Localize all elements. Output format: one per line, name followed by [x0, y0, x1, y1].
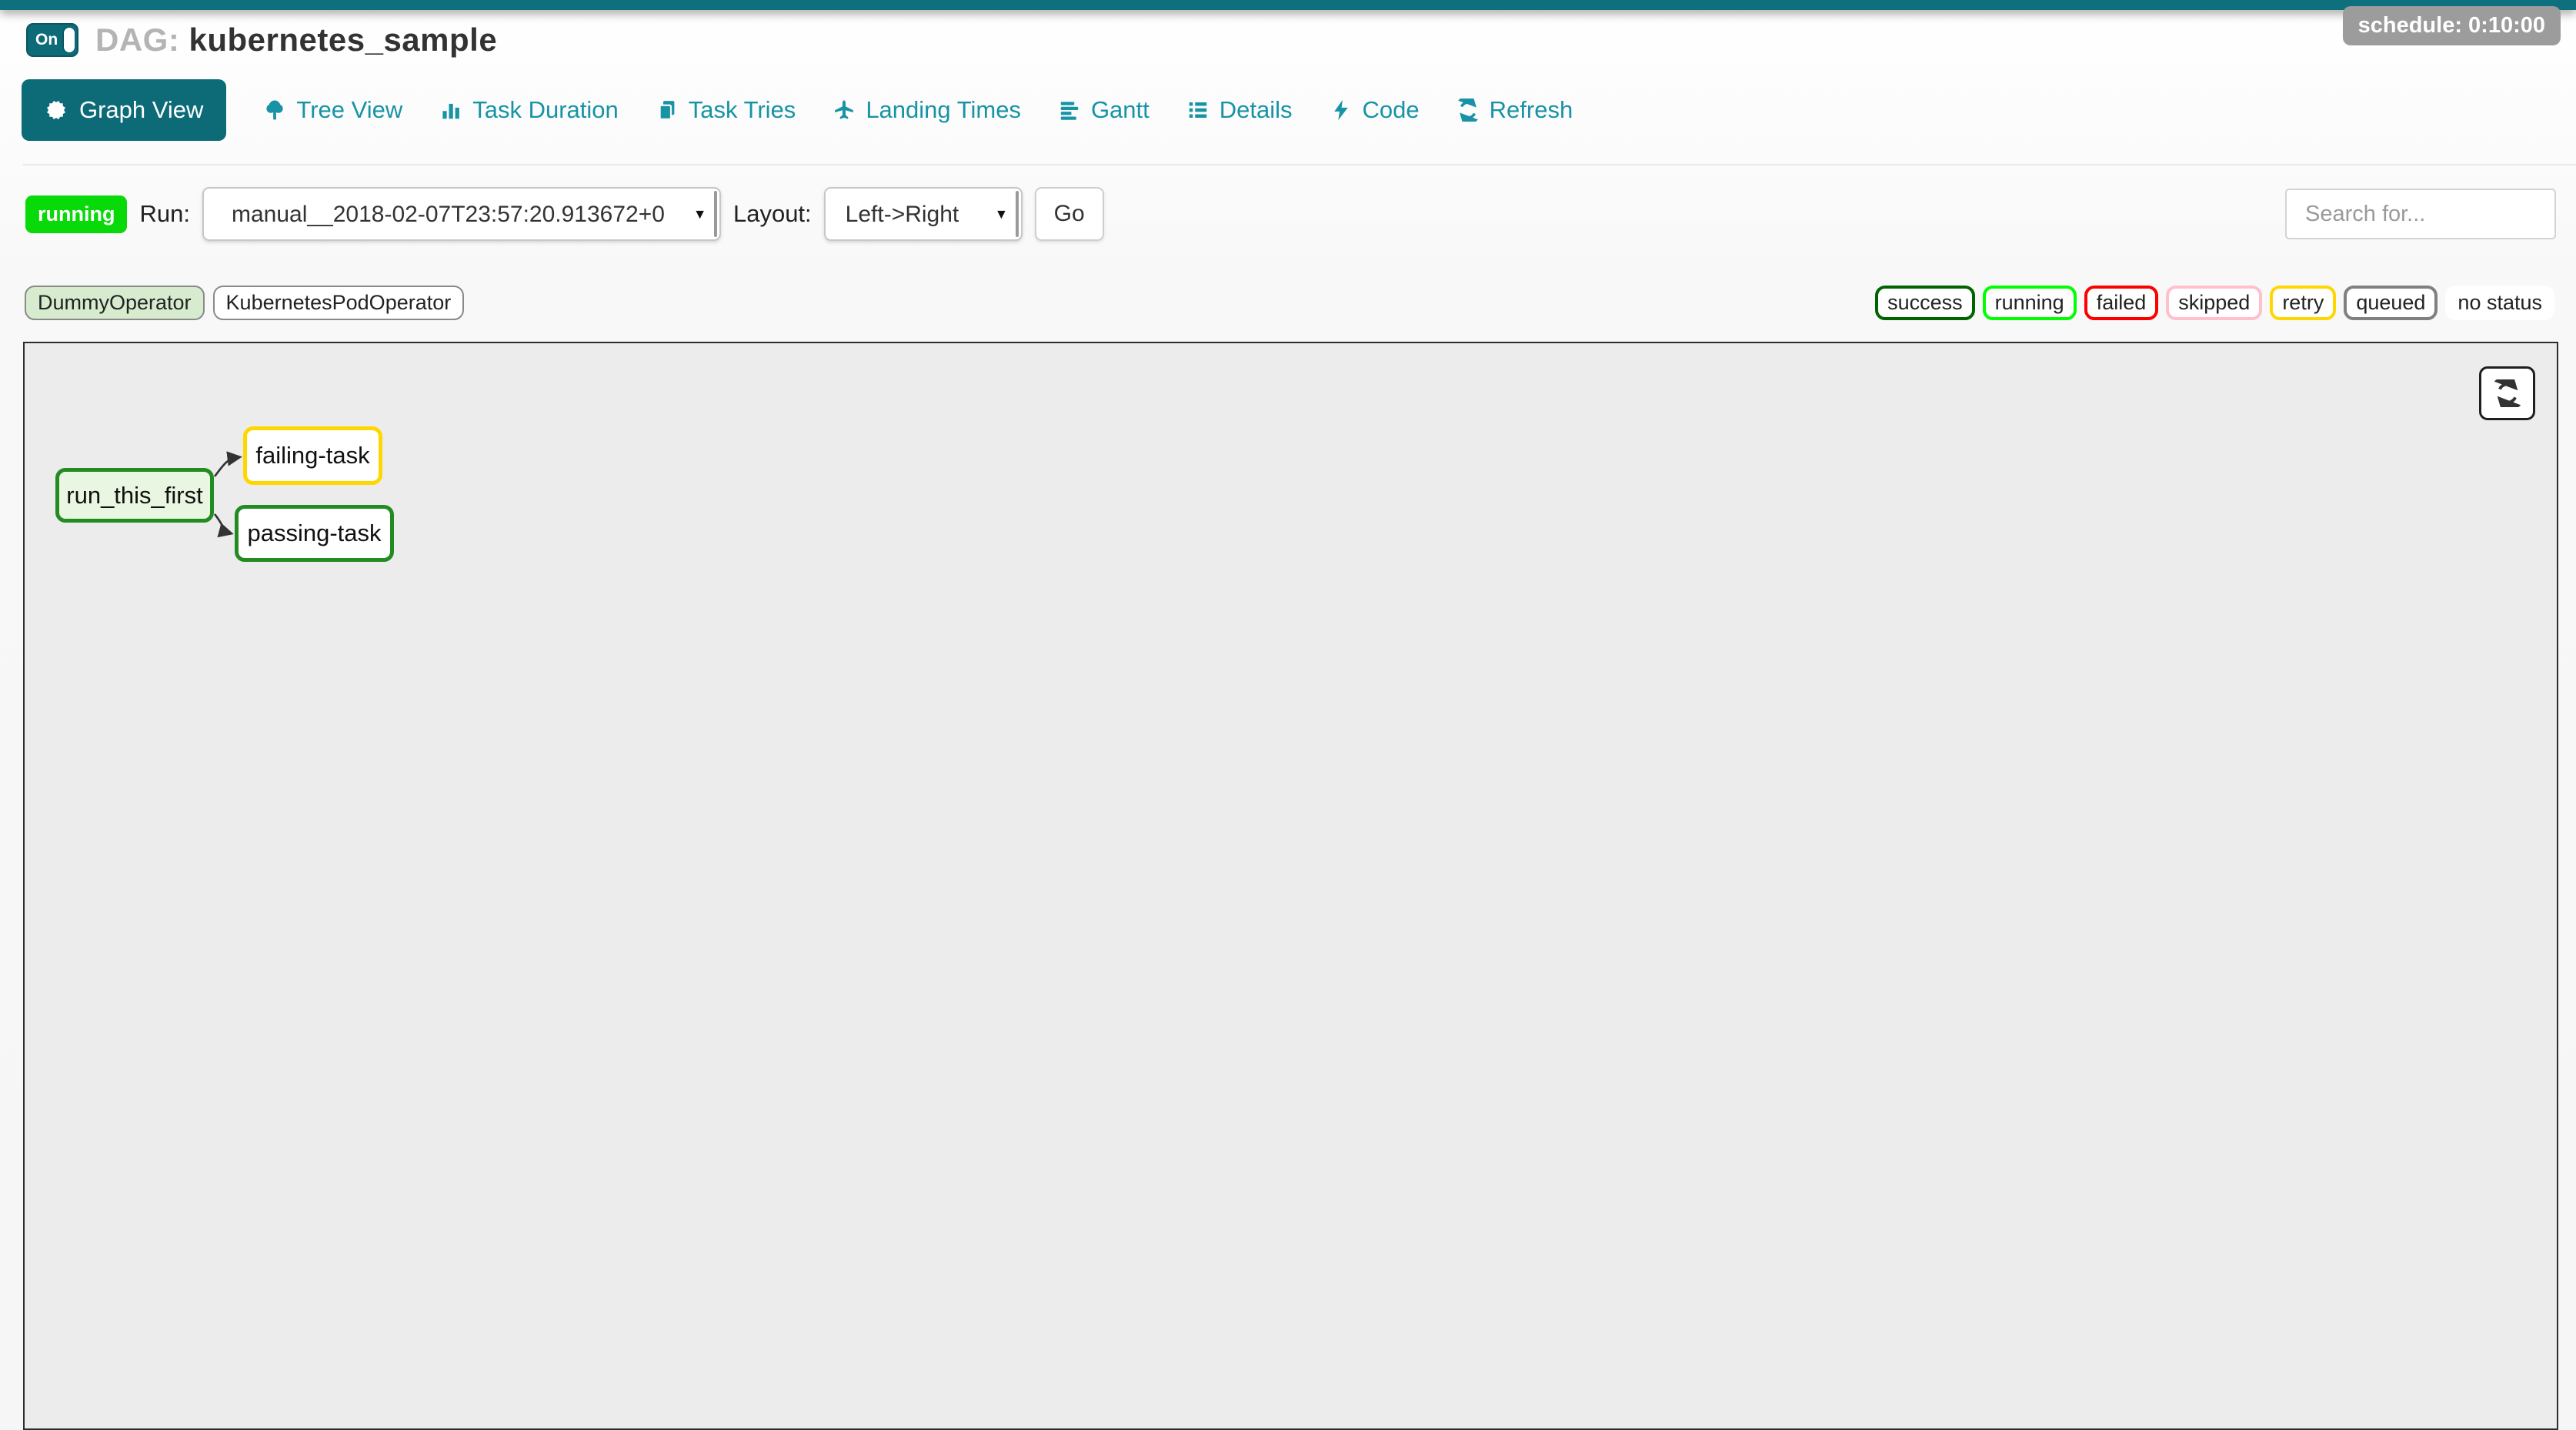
tab-code[interactable]: Code: [1330, 96, 1420, 124]
operator-badge: DummyOperator: [25, 286, 205, 320]
run-select-wrap: manual__2018-02-07T23:57:20.913672+00:00…: [202, 187, 721, 241]
task-node-failing-task[interactable]: failing-task: [243, 426, 382, 485]
burst-icon: [45, 99, 68, 122]
tab-graph-view[interactable]: Graph View: [22, 79, 226, 141]
tab-refresh[interactable]: Refresh: [1457, 96, 1573, 124]
status-badge-queued: queued: [2344, 286, 2438, 320]
layout-select[interactable]: Left->Right: [824, 187, 1023, 241]
task-node-passing-task[interactable]: passing-task: [235, 505, 394, 562]
tab-label: Landing Times: [866, 96, 1021, 124]
tab-gantt[interactable]: Gantt: [1058, 96, 1150, 124]
search-input[interactable]: [2285, 189, 2556, 239]
status-badge-no-status: no status: [2445, 286, 2554, 320]
status-badge-success: success: [1875, 286, 1975, 320]
dag-pause-toggle[interactable]: On: [26, 23, 78, 57]
tab-details[interactable]: Details: [1186, 96, 1293, 124]
tab-label: Task Duration: [472, 96, 619, 124]
plane-icon: [833, 99, 856, 122]
run-status-badge: running: [25, 195, 127, 233]
task-node-run-this-first[interactable]: run_this_first: [55, 468, 214, 523]
dag-prefix-label: DAG:: [95, 22, 179, 58]
airflow-dag-page: On DAG: kubernetes_sample schedule: 0:10…: [0, 0, 2576, 1430]
tab-tree-view[interactable]: Tree View: [263, 96, 402, 124]
tab-label: Tree View: [296, 96, 402, 124]
toggle-knob: [64, 28, 75, 52]
operator-badge: KubernetesPodOperator: [213, 286, 465, 320]
legend-row: DummyOperator KubernetesPodOperator succ…: [25, 286, 2554, 320]
task-node-label: failing-task: [255, 442, 369, 469]
align-left-icon: [1058, 99, 1081, 122]
tab-label: Graph View: [79, 96, 203, 124]
toggle-on-label: On: [35, 31, 58, 49]
tab-label: Details: [1220, 96, 1293, 124]
schedule-badge: schedule: 0:10:00: [2343, 6, 2561, 45]
layout-label: Layout:: [733, 200, 812, 228]
run-label: Run:: [139, 200, 189, 228]
header-divider: [23, 164, 2576, 165]
graph-refresh-button[interactable]: [2479, 366, 2535, 420]
top-nav-bar: [0, 0, 2576, 10]
edge-run-to-failing: [215, 457, 239, 476]
status-badge-failed: failed: [2084, 286, 2159, 320]
tab-label: Code: [1363, 96, 1420, 124]
operator-legend: DummyOperator KubernetesPodOperator: [25, 286, 464, 320]
refresh-icon: [1457, 99, 1480, 122]
go-button[interactable]: Go: [1035, 187, 1104, 241]
tab-task-duration[interactable]: Task Duration: [439, 96, 619, 124]
tab-landing-times[interactable]: Landing Times: [833, 96, 1021, 124]
layout-select-wrap: Left->Right ▾: [824, 187, 1023, 241]
status-badge-skipped: skipped: [2166, 286, 2262, 320]
page-title: DAG: kubernetes_sample: [95, 22, 497, 58]
refresh-icon: [2494, 379, 2521, 407]
tab-task-tries[interactable]: Task Tries: [656, 96, 796, 124]
dag-graph-canvas: run_this_first failing-task passing-task: [23, 342, 2558, 1430]
view-tabs: Graph View Tree View Task Duration: [22, 79, 1573, 141]
bar-chart-icon: [439, 99, 462, 122]
status-legend: success running failed skipped retry que…: [1875, 286, 2554, 320]
run-toolbar: running Run: manual__2018-02-07T23:57:20…: [25, 187, 2556, 241]
tab-label: Gantt: [1091, 96, 1150, 124]
dag-name: kubernetes_sample: [189, 22, 498, 58]
status-badge-retry: retry: [2270, 286, 2336, 320]
tab-label: Task Tries: [689, 96, 796, 124]
task-node-label: run_this_first: [66, 482, 202, 510]
list-icon: [1186, 99, 1210, 122]
task-node-label: passing-task: [247, 520, 381, 547]
dag-header: On DAG: kubernetes_sample: [26, 22, 497, 58]
edge-run-to-passing: [215, 514, 231, 533]
copy-icon: [656, 99, 679, 122]
status-badge-running: running: [1983, 286, 2077, 320]
dag-edges: [25, 343, 2556, 1428]
bolt-icon: [1330, 99, 1353, 122]
tree-icon: [263, 99, 286, 122]
run-select[interactable]: manual__2018-02-07T23:57:20.913672+00:00: [202, 187, 721, 241]
tab-label: Refresh: [1490, 96, 1573, 124]
